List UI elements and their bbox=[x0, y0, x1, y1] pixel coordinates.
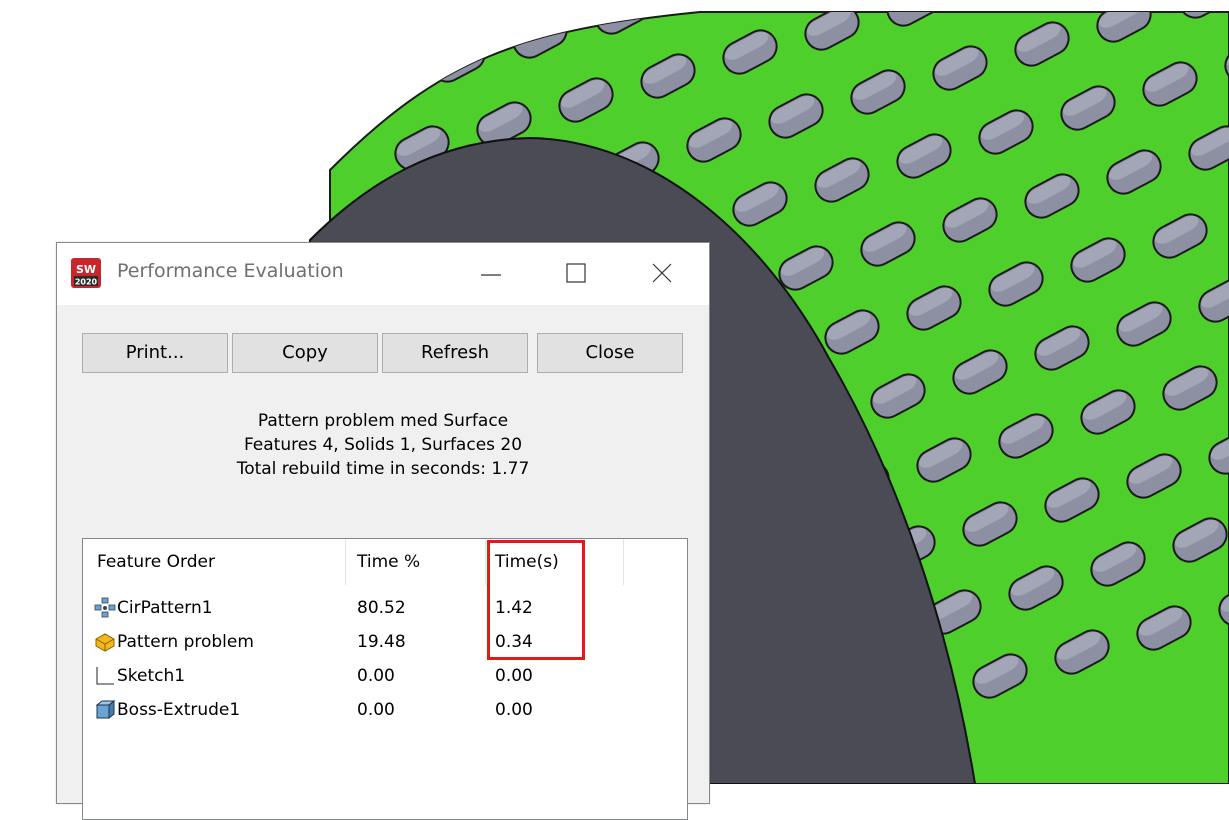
extrude-icon bbox=[95, 699, 116, 720]
minimize-icon bbox=[481, 274, 501, 276]
key-feature bbox=[378, 12, 446, 25]
column-divider[interactable] bbox=[345, 539, 346, 585]
maximize-button[interactable] bbox=[551, 253, 601, 293]
close-icon bbox=[652, 263, 672, 283]
solidworks-app-icon: SW 2020 bbox=[71, 258, 101, 288]
column-header-time-percent[interactable]: Time % bbox=[357, 552, 420, 572]
circular-pattern-icon bbox=[94, 597, 116, 618]
key-feature bbox=[342, 55, 410, 113]
time-percent: 19.48 bbox=[357, 632, 406, 652]
model-name: Pattern problem med Surface bbox=[257, 411, 509, 431]
sketch-icon bbox=[96, 667, 114, 685]
minimize-button[interactable] bbox=[466, 253, 516, 293]
time-percent: 0.00 bbox=[357, 700, 395, 720]
part-icon bbox=[95, 633, 115, 652]
time-seconds: 0.00 bbox=[495, 700, 533, 720]
feature-list[interactable]: Feature Order Time % Time(s) CirPattern1… bbox=[82, 538, 688, 820]
time-percent: 0.00 bbox=[357, 666, 395, 686]
copy-button[interactable]: Copy bbox=[232, 333, 378, 373]
feature-name: Pattern problem bbox=[117, 632, 254, 652]
key-feature bbox=[964, 0, 1028, 7]
feature-name: Boss-Extrude1 bbox=[117, 700, 241, 720]
time-percent: 80.52 bbox=[357, 598, 406, 618]
column-divider[interactable] bbox=[485, 539, 486, 585]
time-column-highlight bbox=[487, 540, 585, 660]
title-bar[interactable]: SW 2020 Performance Evaluation bbox=[57, 243, 709, 305]
performance-evaluation-dialog: SW 2020 Performance Evaluation Print... … bbox=[56, 242, 710, 820]
refresh-button[interactable]: Refresh bbox=[382, 333, 528, 373]
maximize-icon bbox=[566, 263, 586, 283]
svg-text:2020: 2020 bbox=[75, 278, 98, 287]
time-seconds: 0.00 bbox=[495, 666, 533, 686]
feature-name: CirPattern1 bbox=[117, 598, 213, 618]
feature-name: Sketch1 bbox=[117, 666, 186, 686]
feature-counts: Features 4, Solids 1, Surfaces 20 bbox=[243, 435, 523, 455]
column-header-feature-order[interactable]: Feature Order bbox=[97, 552, 215, 572]
print-button[interactable]: Print... bbox=[82, 333, 228, 373]
column-divider[interactable] bbox=[623, 539, 624, 585]
svg-text:SW: SW bbox=[76, 263, 96, 276]
key-feature bbox=[330, 12, 364, 49]
window-close-button[interactable] bbox=[637, 253, 687, 293]
total-rebuild-time: Total rebuild time in seconds: 1.77 bbox=[236, 459, 530, 479]
close-button[interactable]: Close bbox=[537, 333, 683, 373]
dialog-title: Performance Evaluation bbox=[117, 260, 344, 282]
